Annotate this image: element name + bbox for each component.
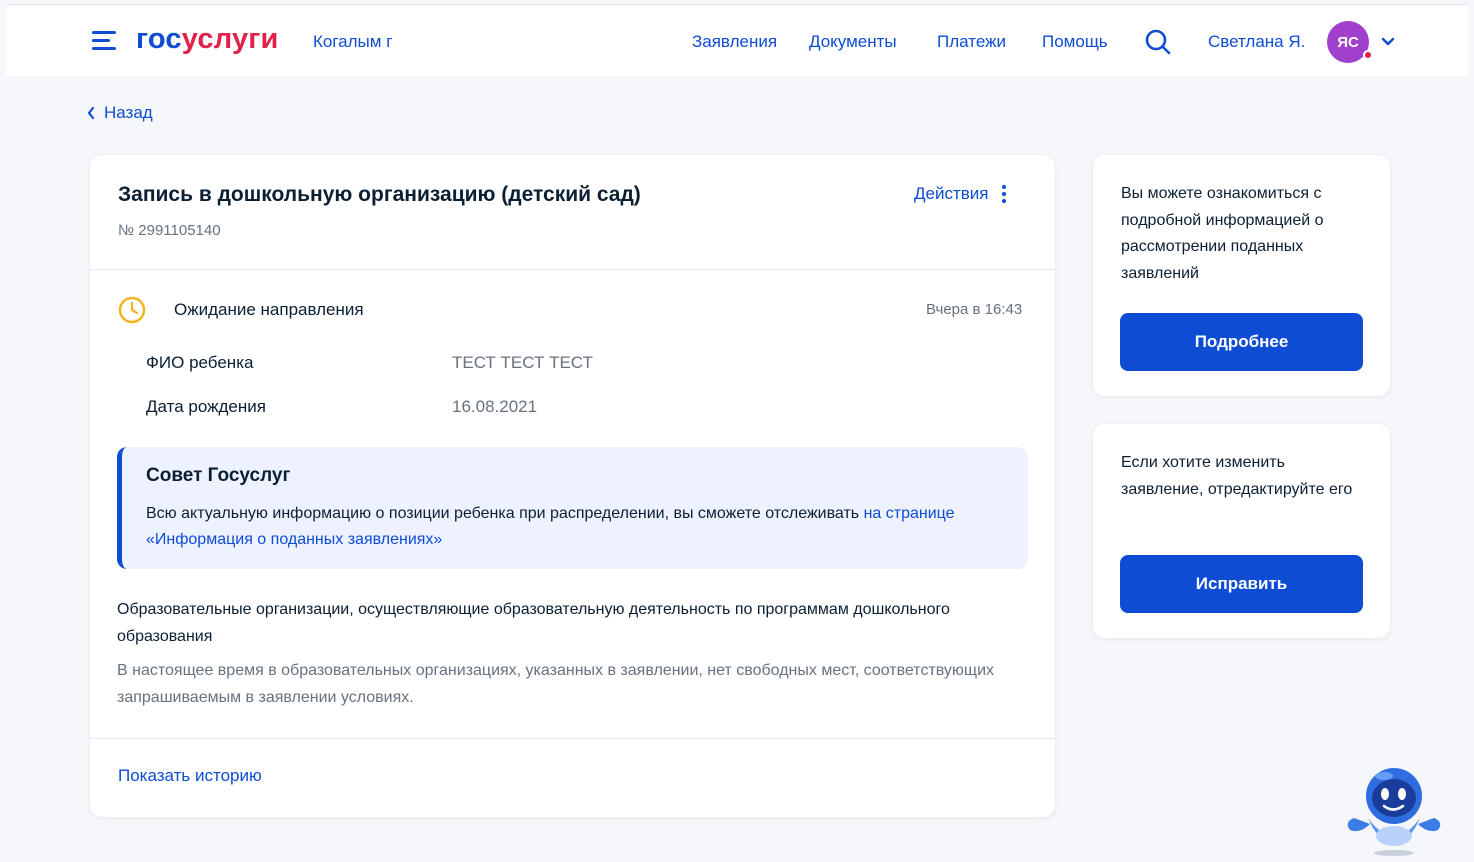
- robot-assistant-icon[interactable]: [1340, 762, 1444, 858]
- info-card: Вы можете ознакомиться с подробной инфор…: [1093, 155, 1390, 396]
- organizations-title: Образовательные организации, осуществляю…: [117, 601, 950, 645]
- clock-icon: [118, 296, 146, 324]
- application-title: Запись в дошкольную организацию (детский…: [118, 183, 641, 206]
- chevron-left-icon: [87, 106, 95, 120]
- advice-block: Совет Госуслуг Всю актуальную информацию…: [117, 447, 1028, 569]
- logo-part-uslugi: услуги: [181, 23, 279, 55]
- nav-applications[interactable]: Заявления: [692, 32, 777, 52]
- field-label-birth-date: Дата рождения: [146, 397, 266, 416]
- actions-button[interactable]: Действия: [914, 184, 1007, 204]
- status-timestamp: Вчера в 16:43: [926, 301, 1023, 318]
- kebab-icon: [1002, 185, 1007, 203]
- nav-help[interactable]: Помощь: [1042, 32, 1108, 52]
- show-history-link[interactable]: Показать историю: [118, 766, 262, 786]
- advice-title: Совет Госуслуг: [146, 465, 291, 486]
- application-card: Запись в дошкольную организацию (детский…: [90, 155, 1055, 817]
- organizations-status-text: В настоящее время в образовательных орга…: [117, 662, 995, 706]
- gosuslugi-logo[interactable]: госуслуги: [136, 23, 279, 56]
- field-label-child-name: ФИО ребенка: [146, 353, 254, 372]
- edit-text: Если хотите изменить заявление, отредакт…: [1121, 454, 1353, 498]
- actions-label: Действия: [914, 184, 989, 203]
- advice-body: Всю актуальную информацию о позиции ребе…: [146, 505, 864, 522]
- divider: [90, 269, 1055, 270]
- search-icon[interactable]: [1144, 28, 1172, 56]
- notification-dot: [1363, 50, 1373, 60]
- advice-text: Всю актуальную информацию о позиции ребе…: [146, 501, 1016, 553]
- field-value-birth-date: 16.08.2021: [452, 397, 538, 416]
- field-value-child-name: ТЕСТ ТЕСТ ТЕСТ: [452, 353, 593, 372]
- divider: [90, 738, 1055, 739]
- edit-card: Если хотите изменить заявление, отредакт…: [1093, 424, 1390, 638]
- top-header: госуслуги Когалым г Заявления Документы …: [6, 4, 1468, 76]
- application-number: № 2991105140: [118, 222, 221, 239]
- nav-payments[interactable]: Платежи: [937, 32, 1006, 52]
- status-text: Ожидание направления: [174, 300, 364, 319]
- back-label: Назад: [104, 103, 153, 122]
- menu-icon[interactable]: [92, 31, 116, 51]
- back-link[interactable]: Назад: [86, 103, 153, 123]
- details-button[interactable]: Подробнее: [1120, 313, 1363, 371]
- user-name[interactable]: Светлана Я.: [1208, 32, 1305, 52]
- chevron-down-icon[interactable]: [1380, 35, 1396, 49]
- edit-button[interactable]: Исправить: [1120, 555, 1363, 613]
- nav-documents[interactable]: Документы: [809, 32, 897, 52]
- logo-part-gos: гос: [136, 23, 182, 55]
- info-text: Вы можете ознакомиться с подробной инфор…: [1121, 185, 1324, 282]
- city-selector[interactable]: Когалым г: [313, 32, 392, 52]
